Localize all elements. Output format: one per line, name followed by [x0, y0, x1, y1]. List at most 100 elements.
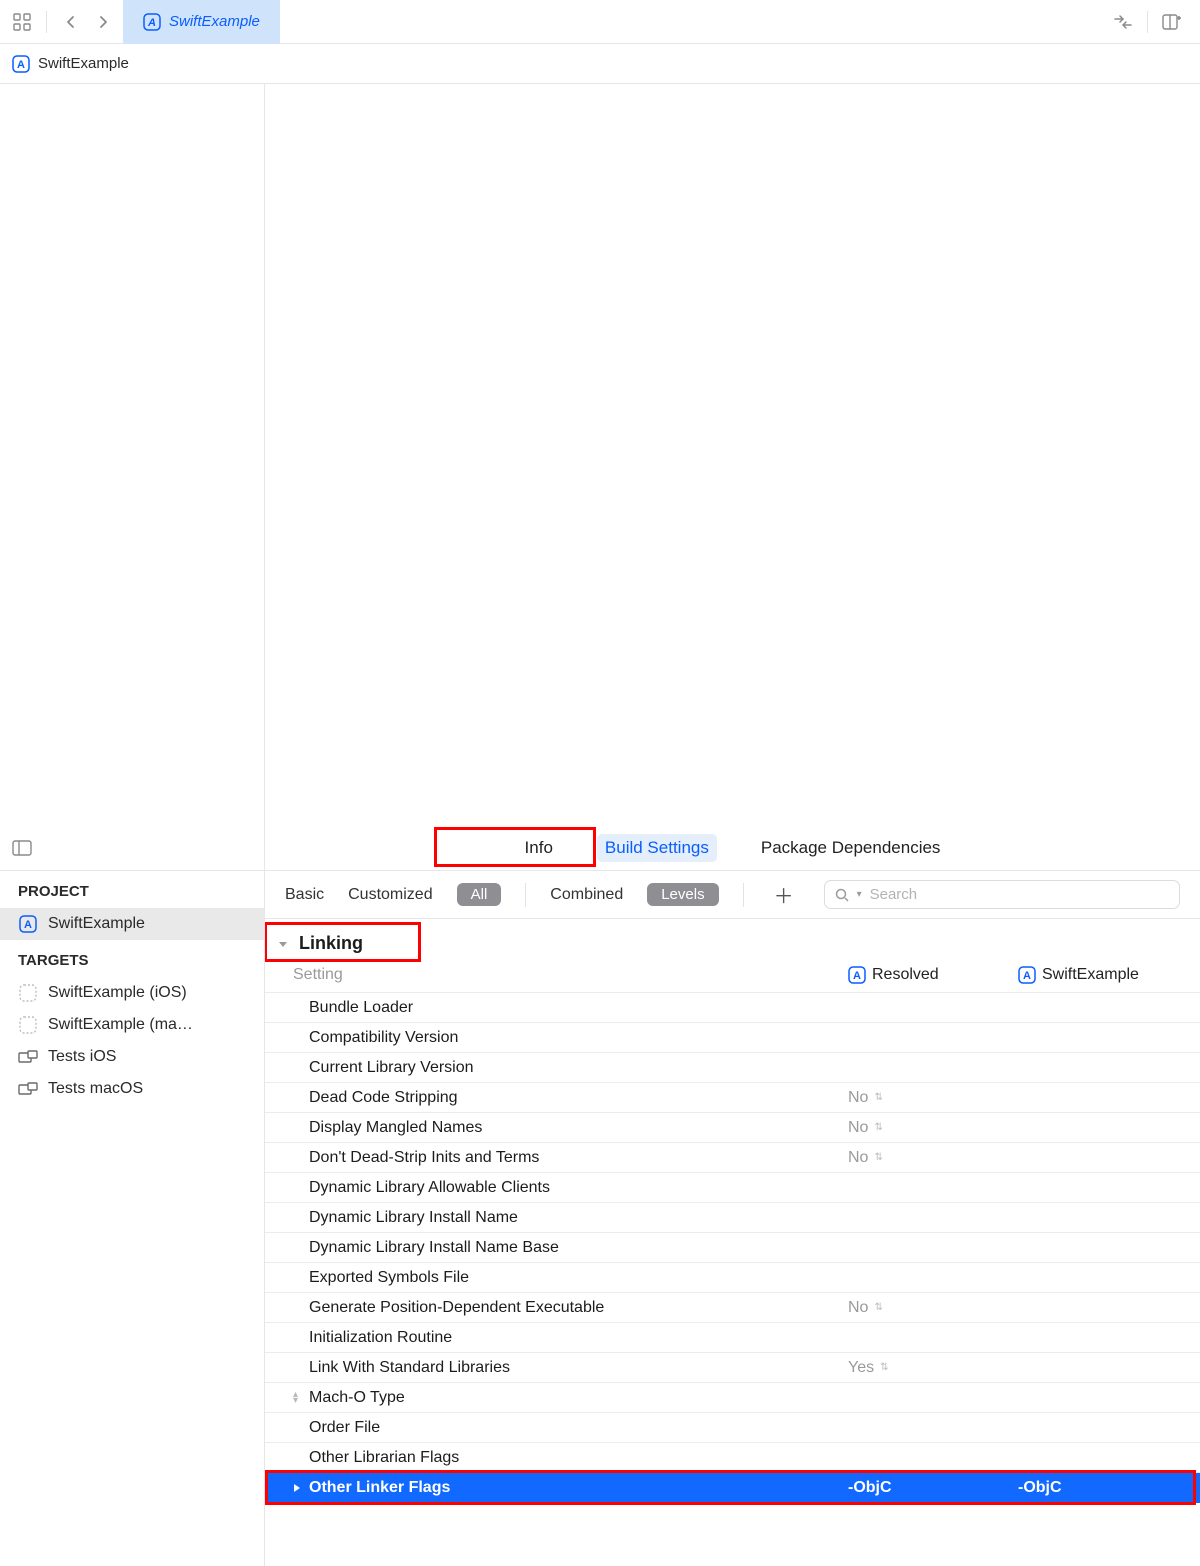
tab-build-settings[interactable]: Build Settings [597, 834, 717, 862]
sidebar-target-item[interactable]: SwiftExample (iOS) [0, 977, 264, 1009]
add-setting-button[interactable]: ＋ [768, 880, 800, 909]
review-changes-icon[interactable] [1109, 8, 1137, 36]
setting-label: Current Library Version [309, 1059, 474, 1077]
setting-label: Generate Position-Dependent Executable [309, 1299, 604, 1317]
sidebar-target-label: SwiftExample (ma… [48, 1016, 193, 1034]
setting-label: Exported Symbols File [309, 1269, 469, 1287]
setting-resolved-value[interactable]: No⇅ [848, 1149, 1018, 1167]
toggle-sidebar-icon[interactable] [12, 840, 32, 856]
settings-group-name: Linking [299, 933, 363, 954]
project-icon: A [1018, 966, 1036, 984]
setting-resolved-value[interactable]: -ObjC [848, 1479, 1018, 1497]
project-icon: A [848, 966, 866, 984]
settings-group-header[interactable]: Linking [265, 919, 1200, 960]
forward-button[interactable] [89, 8, 117, 36]
svg-text:A: A [853, 970, 861, 982]
setting-row[interactable]: ›Display Mangled NamesNo⇅ [265, 1113, 1200, 1143]
sidebar-project-label: SwiftExample [48, 915, 145, 933]
setting-label: Bundle Loader [309, 999, 413, 1017]
stepper-icon: ⇅ [874, 1152, 882, 1163]
setting-row[interactable]: ›Initialization Routine [265, 1323, 1200, 1353]
editor-nav-tabs: Info Build Settings Package Dependencies [265, 825, 1200, 871]
setting-label: Link With Standard Libraries [309, 1359, 510, 1377]
setting-row[interactable]: ›Link With Standard LibrariesYes⇅ [265, 1353, 1200, 1383]
sidebar-target-label: Tests macOS [48, 1080, 143, 1098]
add-editor-icon[interactable] [1158, 8, 1186, 36]
setting-label: Order File [309, 1419, 380, 1437]
sidebar-targets-heading: TARGETS [0, 940, 264, 977]
column-resolved: A Resolved [848, 966, 1018, 984]
search-icon [835, 888, 849, 902]
stepper-icon: ⇅ [874, 1092, 882, 1103]
setting-row[interactable]: ›Bundle Loader [265, 993, 1200, 1023]
sidebar-project-heading: PROJECT [0, 871, 264, 908]
setting-label: Mach-O Type [309, 1389, 405, 1407]
setting-label: Dead Code Stripping [309, 1089, 458, 1107]
setting-row[interactable]: ›Generate Position-Dependent ExecutableN… [265, 1293, 1200, 1323]
stepper-icon: ⇅ [874, 1302, 882, 1313]
chevron-down-icon[interactable]: ▾ [857, 889, 862, 900]
setting-row[interactable]: ›Compatibility Version [265, 1023, 1200, 1053]
editor-tab-active[interactable]: A SwiftExample [123, 0, 280, 44]
build-settings-editor: Info Build Settings Package Dependencies… [265, 825, 1200, 1566]
setting-resolved-value[interactable]: No⇅ [848, 1299, 1018, 1317]
setting-label: Other Linker Flags [309, 1479, 450, 1497]
chevron-right-icon: ▴▾ [293, 1392, 303, 1404]
tab-info[interactable]: Info [517, 834, 561, 862]
setting-row[interactable]: ›Order File [265, 1413, 1200, 1443]
setting-row[interactable]: ›Dynamic Library Allowable Clients [265, 1173, 1200, 1203]
sidebar-project-item[interactable]: A SwiftExample [0, 908, 264, 940]
tab-package-dependencies[interactable]: Package Dependencies [753, 834, 949, 862]
stepper-icon: ⇅ [880, 1362, 888, 1373]
setting-row[interactable]: ▴▾ Mach-O Type [265, 1383, 1200, 1413]
setting-row[interactable]: ›Other Librarian Flags [265, 1443, 1200, 1473]
filter-all[interactable]: All [457, 883, 502, 906]
setting-row[interactable]: ›Dynamic Library Install Name [265, 1203, 1200, 1233]
navigator-grid-icon[interactable] [8, 8, 36, 36]
filter-customized[interactable]: Customized [348, 886, 432, 904]
app-target-icon [18, 1016, 38, 1034]
setting-row[interactable]: ›Current Library Version [265, 1053, 1200, 1083]
setting-row[interactable]: ›Dead Code StrippingNo⇅ [265, 1083, 1200, 1113]
setting-resolved-value[interactable]: No⇅ [848, 1089, 1018, 1107]
search-field[interactable]: ▾ [824, 880, 1180, 909]
svg-text:A: A [17, 59, 25, 71]
sidebar-target-item[interactable]: SwiftExample (ma… [0, 1009, 264, 1041]
setting-label: Initialization Routine [309, 1329, 452, 1347]
window-toolbar: A SwiftExample [0, 0, 1200, 44]
sidebar-target-item[interactable]: Tests macOS [0, 1073, 264, 1105]
search-input[interactable] [870, 886, 1169, 903]
project-sidebar: PROJECT A SwiftExample TARGETS SwiftExam… [0, 825, 265, 1566]
filter-combined[interactable]: Combined [550, 886, 623, 904]
svg-text:A: A [1023, 970, 1031, 982]
breadcrumb[interactable]: A SwiftExample [0, 44, 1200, 84]
project-sidebar [0, 84, 265, 825]
project-icon: A [143, 13, 161, 31]
setting-label: Display Mangled Names [309, 1119, 482, 1137]
sidebar-target-item[interactable]: Tests iOS [0, 1041, 264, 1073]
svg-text:A: A [147, 17, 156, 29]
setting-row[interactable]: ›Don't Dead-Strip Inits and TermsNo⇅ [265, 1143, 1200, 1173]
setting-row[interactable]: Other Linker Flags -ObjC-ObjC [265, 1473, 1200, 1503]
project-icon: A [12, 55, 30, 73]
setting-label: Dynamic Library Install Name Base [309, 1239, 559, 1257]
filter-levels[interactable]: Levels [647, 883, 718, 906]
editor-tab-label: SwiftExample [169, 13, 260, 30]
back-button[interactable] [57, 8, 85, 36]
breadcrumb-project: SwiftExample [38, 55, 129, 72]
setting-label: Compatibility Version [309, 1029, 458, 1047]
setting-project-value[interactable]: -ObjC [1018, 1479, 1188, 1497]
column-setting: Setting [293, 966, 848, 984]
project-icon: A [18, 915, 38, 933]
test-target-icon [18, 1082, 38, 1096]
setting-label: Don't Dead-Strip Inits and Terms [309, 1149, 539, 1167]
sidebar-target-label: Tests iOS [48, 1048, 116, 1066]
setting-row[interactable]: ›Exported Symbols File [265, 1263, 1200, 1293]
setting-resolved-value[interactable]: Yes⇅ [848, 1359, 1018, 1377]
filter-basic[interactable]: Basic [285, 886, 324, 904]
chevron-right-icon [293, 1483, 303, 1493]
stepper-icon: ⇅ [874, 1122, 882, 1133]
svg-text:A: A [24, 919, 32, 931]
setting-row[interactable]: ›Dynamic Library Install Name Base [265, 1233, 1200, 1263]
setting-resolved-value[interactable]: No⇅ [848, 1119, 1018, 1137]
